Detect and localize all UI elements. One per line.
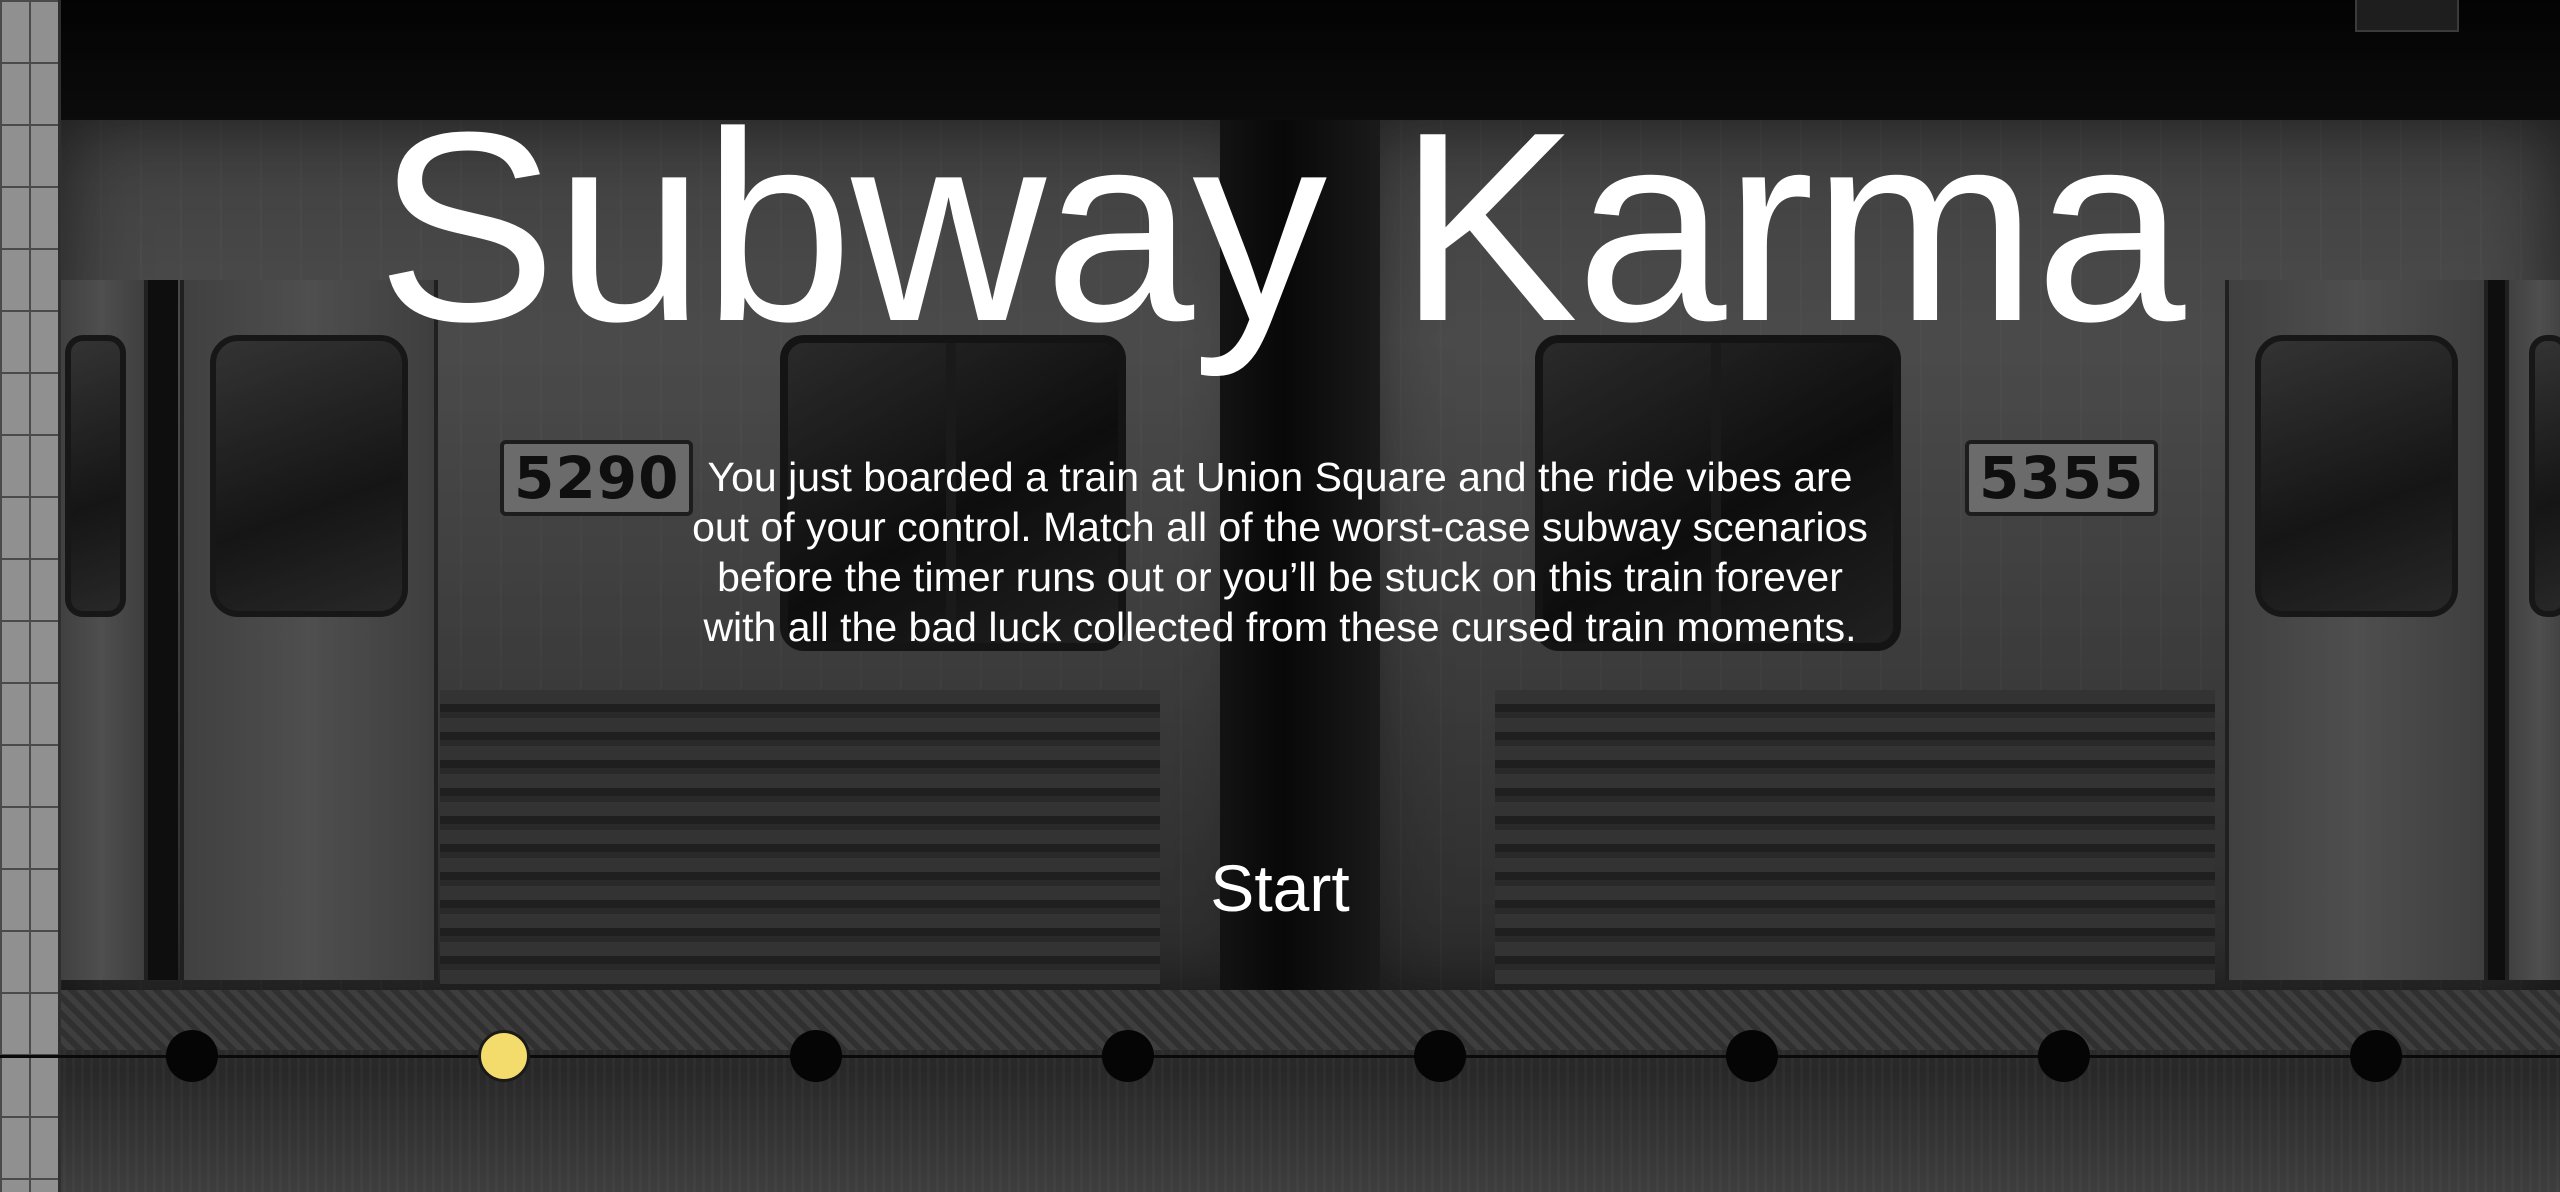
progress-track [0,1055,2560,1058]
game-title: Subway Karma [376,77,2186,378]
progress-stop [166,1030,218,1082]
start-button[interactable]: Start [1180,848,1380,928]
game-screen: 5290 5355 Subway Karma You just boarded … [0,0,2560,1192]
intro-text: You just boarded a train at Union Square… [692,454,1868,650]
progress-stop [2350,1030,2402,1082]
progress-stop [1102,1030,1154,1082]
progress-stop [1414,1030,1466,1082]
progress-stop [790,1030,842,1082]
progress-stop-current [478,1030,530,1082]
progress-stop [1726,1030,1778,1082]
progress-stop [2038,1030,2090,1082]
